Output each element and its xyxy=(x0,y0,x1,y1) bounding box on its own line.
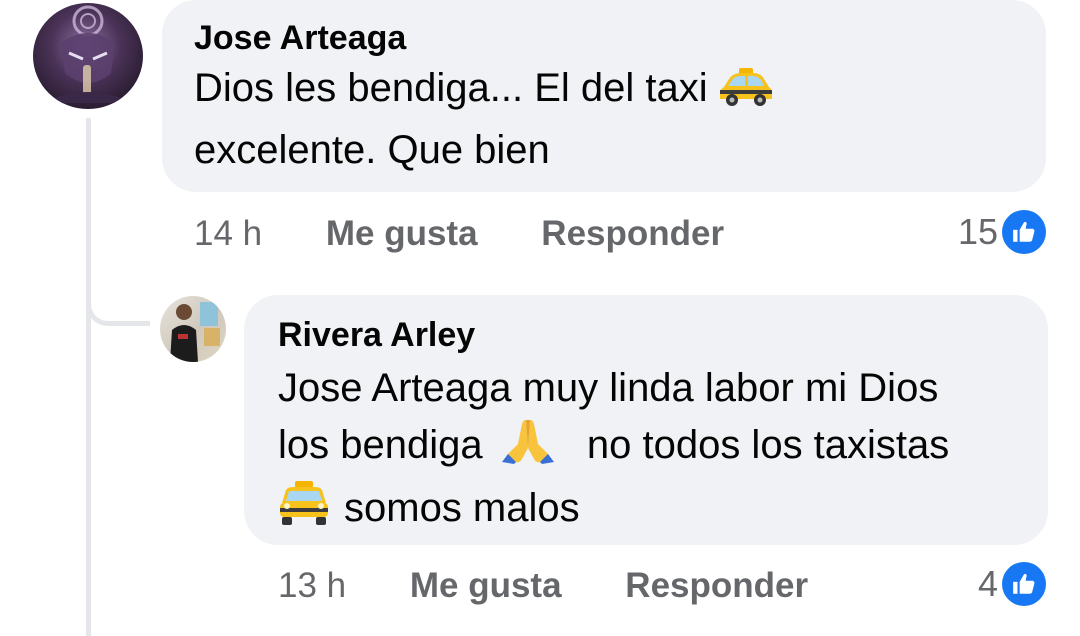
reply-connector xyxy=(86,268,150,326)
comment-text-line: los bendiga xyxy=(278,423,483,467)
comment-author[interactable]: Rivera Arley xyxy=(278,313,1014,357)
timestamp[interactable]: 14 h xyxy=(194,214,262,254)
comment-text: Dios les bendiga... El del taxi excelent… xyxy=(194,60,1014,178)
avatar-image xyxy=(43,5,133,103)
reaction-count: 4 xyxy=(977,563,998,604)
avatar-image xyxy=(170,302,220,362)
comment-author[interactable]: Jose Arteaga xyxy=(194,16,1014,60)
like-button[interactable]: Me gusta xyxy=(410,566,562,606)
comment-text-line: somos malos xyxy=(344,486,580,530)
comment-text-line: Jose Arteaga muy linda labor mi Dios xyxy=(278,366,939,410)
taxi-icon xyxy=(278,481,330,543)
reaction-count: 15 xyxy=(957,211,998,252)
comment-bubble: Rivera Arley Jose Arteaga muy linda labo… xyxy=(244,295,1048,545)
comment-text: Jose Arteaga muy linda labor mi Dios los… xyxy=(278,360,1014,543)
comment-text-line: no todos los taxistas xyxy=(586,423,950,467)
thumbs-up-icon xyxy=(1002,210,1046,254)
avatar[interactable] xyxy=(160,296,226,362)
comment-actions: 13 h Me gusta Responder xyxy=(278,566,808,606)
praying-hands-icon xyxy=(501,418,554,480)
comment-actions: 14 h Me gusta Responder xyxy=(194,214,724,254)
comment-bubble: Jose Arteaga Dios les bendiga... El del … xyxy=(162,0,1046,192)
taxi-icon xyxy=(719,66,773,122)
reaction-summary[interactable]: 4 xyxy=(978,562,1046,606)
like-button[interactable]: Me gusta xyxy=(326,214,478,254)
reply-button[interactable]: Responder xyxy=(625,566,808,606)
comment-thread: Jose Arteaga Dios les bendiga... El del … xyxy=(0,0,1080,636)
avatar[interactable] xyxy=(33,3,143,109)
thread-line xyxy=(86,118,91,636)
timestamp[interactable]: 13 h xyxy=(278,566,346,606)
thumbs-up-icon xyxy=(1002,562,1046,606)
reply-button[interactable]: Responder xyxy=(541,214,724,254)
reaction-summary[interactable]: 15 xyxy=(958,210,1046,254)
comment-text-line: Dios les bendiga... El del taxi xyxy=(194,66,708,110)
comment-text-line: excelente. Que bien xyxy=(194,128,550,172)
